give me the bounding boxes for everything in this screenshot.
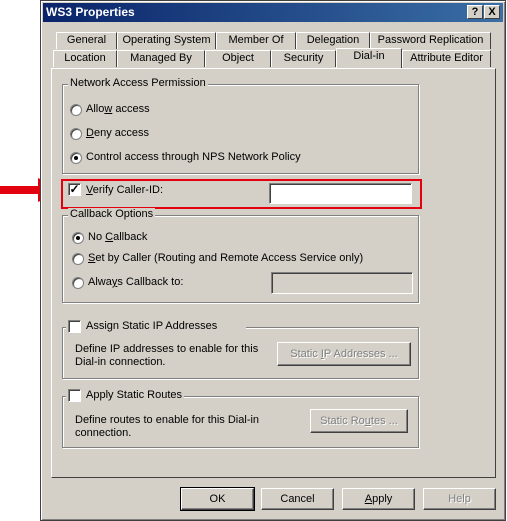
static-ip-label[interactable]: Assign Static IP Addresses (86, 320, 217, 332)
verify-caller-checkbox[interactable]: ✓ (68, 183, 81, 196)
control-access-label[interactable]: Control access through NPS Network Polic… (86, 151, 301, 163)
no-callback-radio[interactable] (72, 232, 84, 244)
close-icon: X (488, 6, 496, 18)
tab-location[interactable]: Location (53, 50, 117, 67)
help-icon: ? (471, 6, 479, 18)
always-callback-label[interactable]: Always Callback to: (88, 276, 183, 288)
set-by-caller-label[interactable]: Set by Caller (Routing and Remote Access… (88, 252, 363, 264)
static-routes-checkbox[interactable] (68, 389, 81, 402)
allow-access-radio[interactable] (70, 104, 82, 116)
static-routes-button[interactable]: Static Routes ... (310, 409, 408, 433)
always-callback-radio[interactable] (72, 277, 84, 289)
static-ip-description-line1: Define IP addresses to enable for this (75, 343, 259, 355)
static-ip-addresses-button[interactable]: Static IP Addresses ... (277, 342, 411, 366)
static-routes-label[interactable]: Apply Static Routes (86, 389, 182, 401)
tab-attribute-editor[interactable]: Attribute Editor (402, 50, 491, 67)
title-bar: WS3 Properties ? X (43, 3, 503, 22)
deny-access-label[interactable]: Deny access (86, 127, 149, 139)
tab-general[interactable]: General (56, 32, 117, 49)
apply-button[interactable]: Apply (342, 488, 415, 510)
help-button[interactable]: Help (423, 488, 496, 510)
tab-member-of[interactable]: Member Of (216, 32, 296, 49)
deny-access-radio[interactable] (70, 128, 82, 140)
cancel-button[interactable]: Cancel (261, 488, 334, 510)
check-icon: ✓ (69, 182, 80, 196)
close-title-button[interactable]: X (484, 5, 500, 19)
network-access-label: Network Access Permission (68, 77, 208, 89)
control-access-radio[interactable] (70, 152, 82, 164)
tab-object[interactable]: Object (205, 50, 271, 67)
static-ip-description-line2: Dial-in connection. (75, 356, 166, 368)
always-callback-input[interactable] (271, 272, 413, 294)
static-ip-checkbox[interactable] (68, 320, 81, 333)
help-title-button[interactable]: ? (467, 5, 483, 19)
no-callback-label[interactable]: No Callback (88, 231, 147, 243)
tab-delegation[interactable]: Delegation (296, 32, 370, 49)
ok-button[interactable]: OK (180, 487, 255, 511)
tab-password-replication[interactable]: Password Replication (370, 32, 491, 49)
allow-access-label[interactable]: Allow access (86, 103, 150, 115)
tab-operating-system[interactable]: Operating System (117, 32, 216, 49)
tab-security[interactable]: Security (271, 50, 336, 67)
tab-managed-by[interactable]: Managed By (117, 50, 205, 67)
static-routes-description-line1: Define routes to enable for this Dial-in (75, 414, 260, 426)
window-title: WS3 Properties (46, 5, 135, 19)
verify-caller-input[interactable] (269, 183, 412, 204)
set-by-caller-radio[interactable] (72, 253, 84, 265)
callback-label: Callback Options (68, 208, 156, 220)
static-routes-description-line2: connection. (75, 427, 132, 439)
verify-caller-label[interactable]: Verify Caller-ID: (86, 184, 163, 196)
tab-dial-in[interactable]: Dial-in (336, 48, 402, 68)
